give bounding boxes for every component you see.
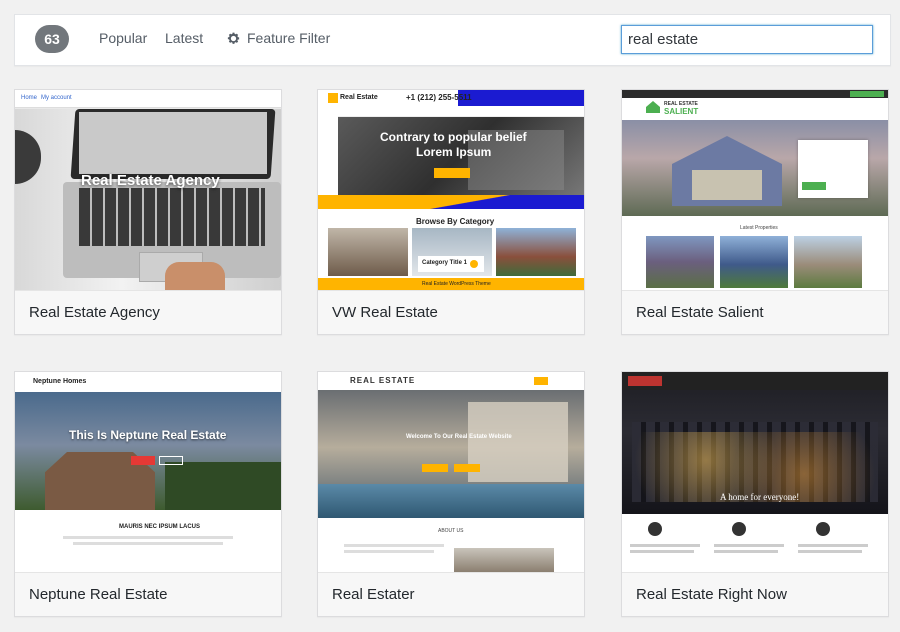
- preview-nav-account: My account: [41, 95, 72, 101]
- preview-footer: Real Estate WordPress Theme: [422, 281, 491, 287]
- theme-card-real-estate-salient[interactable]: REAL ESTATE SALIENT Latest Properties Re…: [621, 89, 889, 335]
- theme-screenshot: REAL ESTATE SALIENT Latest Properties: [622, 90, 888, 290]
- preview-logo: Real Estate: [340, 94, 378, 101]
- theme-filter-bar: 63 Popular Latest Feature Filter: [14, 14, 891, 66]
- theme-name: Real Estate Agency: [15, 290, 281, 334]
- theme-card-real-estate-agency[interactable]: Home My account Real Estate Agency Real …: [14, 89, 282, 335]
- preview-nav-home: Home: [21, 95, 38, 101]
- feature-filter-label: Feature Filter: [247, 30, 331, 46]
- theme-count-badge: 63: [35, 25, 69, 53]
- feature-filter-link[interactable]: Feature Filter: [226, 30, 330, 46]
- popular-link[interactable]: Popular: [99, 30, 147, 46]
- preview-phone: +1 (212) 255-5511: [406, 93, 472, 102]
- preview-hero-title: Welcome To Our Real Estate Website: [406, 434, 512, 440]
- preview-hero-line1: Contrary to popular belief: [380, 130, 527, 144]
- preview-section-title: ABOUT US: [438, 528, 464, 534]
- preview-listing-caption: Latest Properties: [740, 225, 778, 231]
- theme-screenshot: Real Estate +1 (212) 255-5511 Contrary t…: [318, 90, 584, 290]
- theme-name: Real Estater: [318, 572, 584, 616]
- preview-category-label: Category Title 1: [422, 260, 467, 266]
- theme-screenshot: Home My account Real Estate Agency: [15, 90, 281, 290]
- theme-name: Neptune Real Estate: [15, 572, 281, 616]
- preview-section-title: MAURIS NEC IPSUM LACUS: [119, 524, 201, 530]
- theme-name: VW Real Estate: [318, 290, 584, 334]
- preview-logo: REAL ESTATE: [350, 376, 416, 385]
- gear-icon: [227, 32, 240, 44]
- latest-link[interactable]: Latest: [165, 30, 203, 46]
- theme-card-neptune-real-estate[interactable]: Neptune Homes This Is Neptune Real Estat…: [14, 371, 282, 617]
- theme-search-input[interactable]: [621, 25, 873, 54]
- theme-screenshot: A home for everyone!: [622, 372, 888, 572]
- preview-hero-line2: Lorem Ipsum: [416, 145, 492, 159]
- theme-card-real-estate-right-now[interactable]: A home for everyone! Real Estate Right N…: [621, 371, 889, 617]
- preview-logo-line2: SALIENT: [664, 107, 699, 116]
- preview-logo: Neptune Homes: [33, 378, 87, 385]
- theme-name: Real Estate Salient: [622, 290, 888, 334]
- preview-hero-tagline: A home for everyone!: [720, 492, 800, 502]
- theme-screenshot: Neptune Homes This Is Neptune Real Estat…: [15, 372, 281, 572]
- preview-hero-title: This Is Neptune Real Estate: [69, 428, 227, 442]
- theme-name: Real Estate Right Now: [622, 572, 888, 616]
- theme-screenshot: REAL ESTATE Welcome To Our Real Estate W…: [318, 372, 584, 572]
- theme-card-vw-real-estate[interactable]: Real Estate +1 (212) 255-5511 Contrary t…: [317, 89, 585, 335]
- preview-section-title: Browse By Category: [416, 217, 495, 226]
- preview-hero-title: Real Estate Agency: [81, 172, 220, 189]
- theme-card-real-estater[interactable]: REAL ESTATE Welcome To Our Real Estate W…: [317, 371, 585, 617]
